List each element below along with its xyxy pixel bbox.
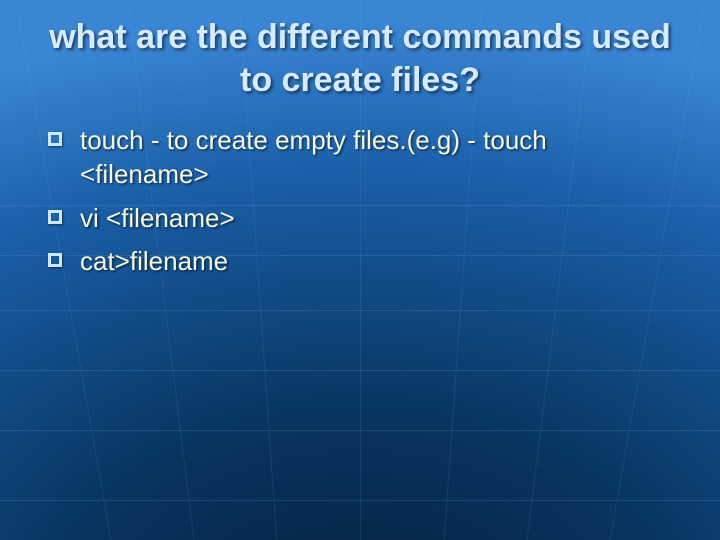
list-item: touch - to create empty files.(e.g) - to… [48,124,680,192]
list-item-text: vi <filename> [80,202,235,236]
slide: what are the different commands used to … [0,0,720,540]
bullet-icon [48,132,62,146]
list-item: cat>filename [48,245,680,279]
slide-title: what are the different commands used to … [40,16,680,101]
list-item: vi <filename> [48,202,680,236]
bullet-icon [48,210,62,224]
list-item-text: touch - to create empty files.(e.g) - to… [80,124,680,192]
slide-body: touch - to create empty files.(e.g) - to… [48,120,680,289]
bullet-icon [48,253,62,267]
list-item-text: cat>filename [80,245,228,279]
